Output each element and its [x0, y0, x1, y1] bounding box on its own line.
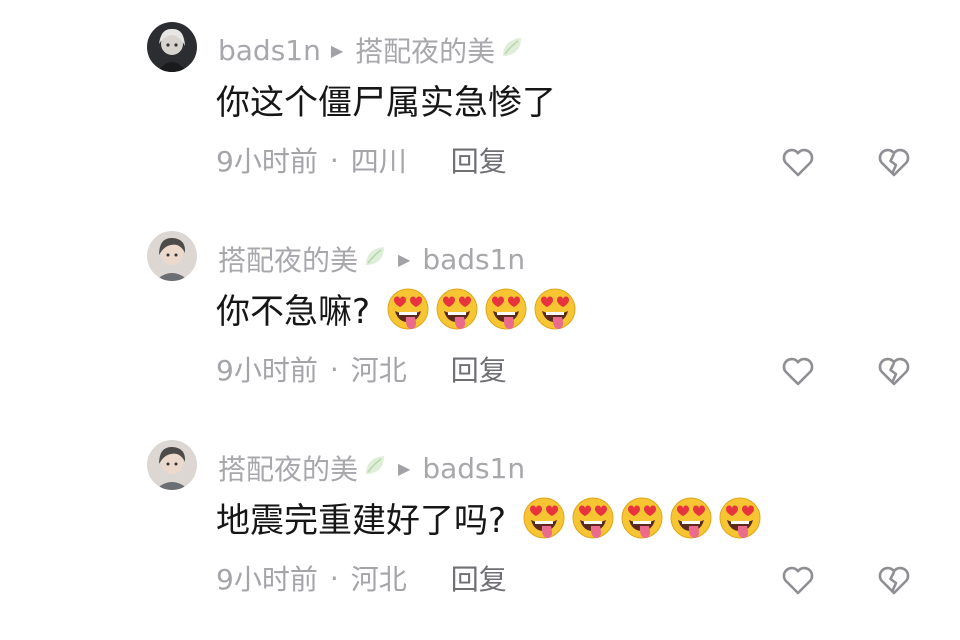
comment-time: 9小时前: [216, 563, 318, 596]
heart-eyes-tongue-emoji: [618, 493, 666, 541]
reply-button[interactable]: 回复: [451, 140, 507, 180]
separator-dot: ·: [329, 561, 339, 595]
emoji-group: [520, 493, 765, 541]
comment-meta: 9小时前 · 四川 回复: [216, 140, 507, 180]
reply-to-name[interactable]: bads1n: [422, 243, 525, 276]
comment-text-row: 你这个僵尸属实急惨了: [216, 74, 556, 124]
leaf-icon: [362, 452, 388, 485]
comment-text-row: 地震完重建好了吗?: [216, 492, 765, 542]
heart-eyes-tongue-emoji: [531, 284, 579, 332]
leaf-icon: [499, 34, 525, 67]
author-row: 搭配夜的美 ▶ bads1n: [218, 239, 525, 279]
comment-meta: 9小时前 · 河北 回复: [216, 558, 507, 598]
reply-button[interactable]: 回复: [451, 349, 507, 389]
heart-eyes-tongue-emoji: [482, 284, 530, 332]
heart-outline-icon[interactable]: [780, 562, 816, 598]
comment-text-row: 你不急嘛?: [216, 283, 580, 333]
author-row: 搭配夜的美 ▶ bads1n: [218, 448, 525, 488]
author-name[interactable]: 搭配夜的美: [218, 239, 358, 279]
heart-eyes-tongue-emoji: [716, 493, 764, 541]
separator-dot: ·: [329, 143, 339, 177]
heart-eyes-tongue-emoji: [520, 493, 568, 541]
avatar[interactable]: [147, 440, 197, 490]
emoji-group: [384, 284, 580, 332]
reply-arrow-icon: ▶: [398, 458, 411, 478]
avatar[interactable]: [147, 231, 197, 281]
broken-heart-icon[interactable]: [876, 144, 912, 180]
leaf-icon: [362, 243, 388, 276]
reply-to-name[interactable]: 搭配夜的美: [355, 30, 495, 70]
comment-thread: bads1n ▶ 搭配夜的美 你这个僵尸属实急惨了 9小时前 · 四川 回复 搭…: [0, 0, 960, 632]
comment-item: bads1n ▶ 搭配夜的美 你这个僵尸属实急惨了 9小时前 · 四川 回复: [0, 22, 960, 222]
comment-item: 搭配夜的美 ▶ bads1n 地震完重建好了吗? 9小时前 · 河北 回复: [0, 440, 960, 640]
comment-item: 搭配夜的美 ▶ bads1n 你不急嘛? 9小时前 · 河北 回复: [0, 231, 960, 431]
heart-eyes-tongue-emoji: [667, 493, 715, 541]
author-row: bads1n ▶ 搭配夜的美: [218, 30, 525, 70]
comment-time: 9小时前: [216, 145, 318, 178]
separator-dot: ·: [329, 352, 339, 386]
reply-arrow-icon: ▶: [398, 249, 411, 269]
comment-location: 河北: [350, 354, 407, 387]
reply-to-name[interactable]: bads1n: [422, 452, 525, 485]
comment-text: 地震完重建好了吗?: [216, 500, 507, 541]
heart-outline-icon[interactable]: [780, 144, 816, 180]
broken-heart-icon[interactable]: [876, 353, 912, 389]
reply-button[interactable]: 回复: [451, 558, 507, 598]
comment-text: 你不急嘛?: [216, 291, 371, 332]
reply-arrow-icon: ▶: [330, 40, 344, 60]
comment-location: 四川: [350, 145, 407, 178]
author-name[interactable]: 搭配夜的美: [218, 448, 358, 488]
heart-outline-icon[interactable]: [780, 353, 816, 389]
comment-location: 河北: [350, 563, 407, 596]
heart-eyes-tongue-emoji: [433, 284, 481, 332]
broken-heart-icon[interactable]: [876, 562, 912, 598]
comment-text: 你这个僵尸属实急惨了: [216, 82, 556, 123]
comment-time: 9小时前: [216, 354, 318, 387]
author-name[interactable]: bads1n: [218, 34, 321, 67]
avatar[interactable]: [147, 22, 197, 72]
heart-eyes-tongue-emoji: [384, 284, 432, 332]
comment-meta: 9小时前 · 河北 回复: [216, 349, 507, 389]
heart-eyes-tongue-emoji: [569, 493, 617, 541]
